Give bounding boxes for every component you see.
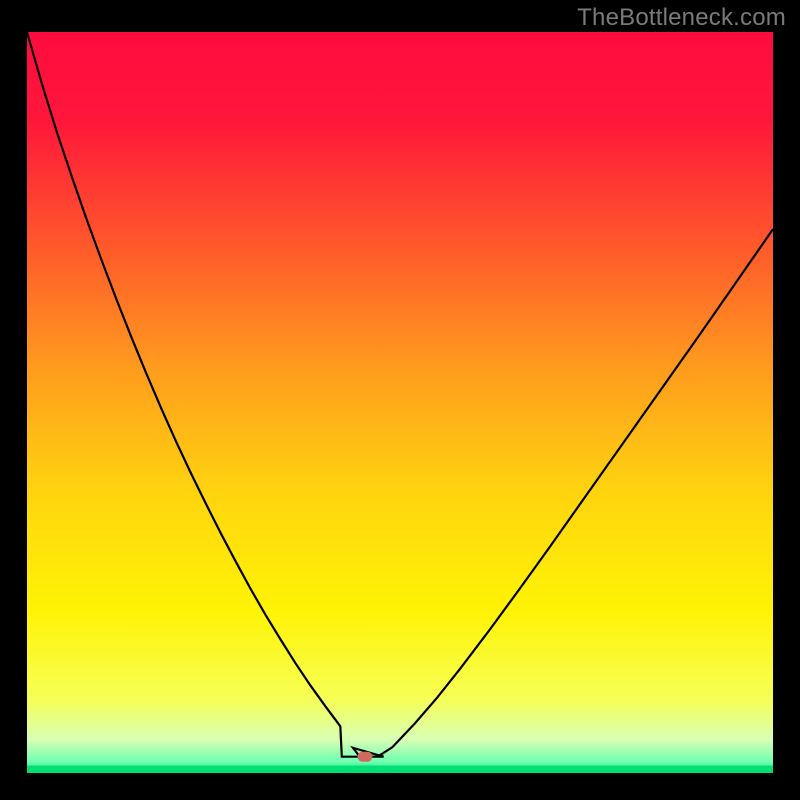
min-marker (357, 752, 372, 762)
chart-svg (0, 0, 800, 800)
baseline-band (27, 766, 773, 773)
chart-container: TheBottleneck.com (0, 0, 800, 800)
watermark-label: TheBottleneck.com (577, 4, 786, 32)
plot-background (27, 32, 773, 773)
